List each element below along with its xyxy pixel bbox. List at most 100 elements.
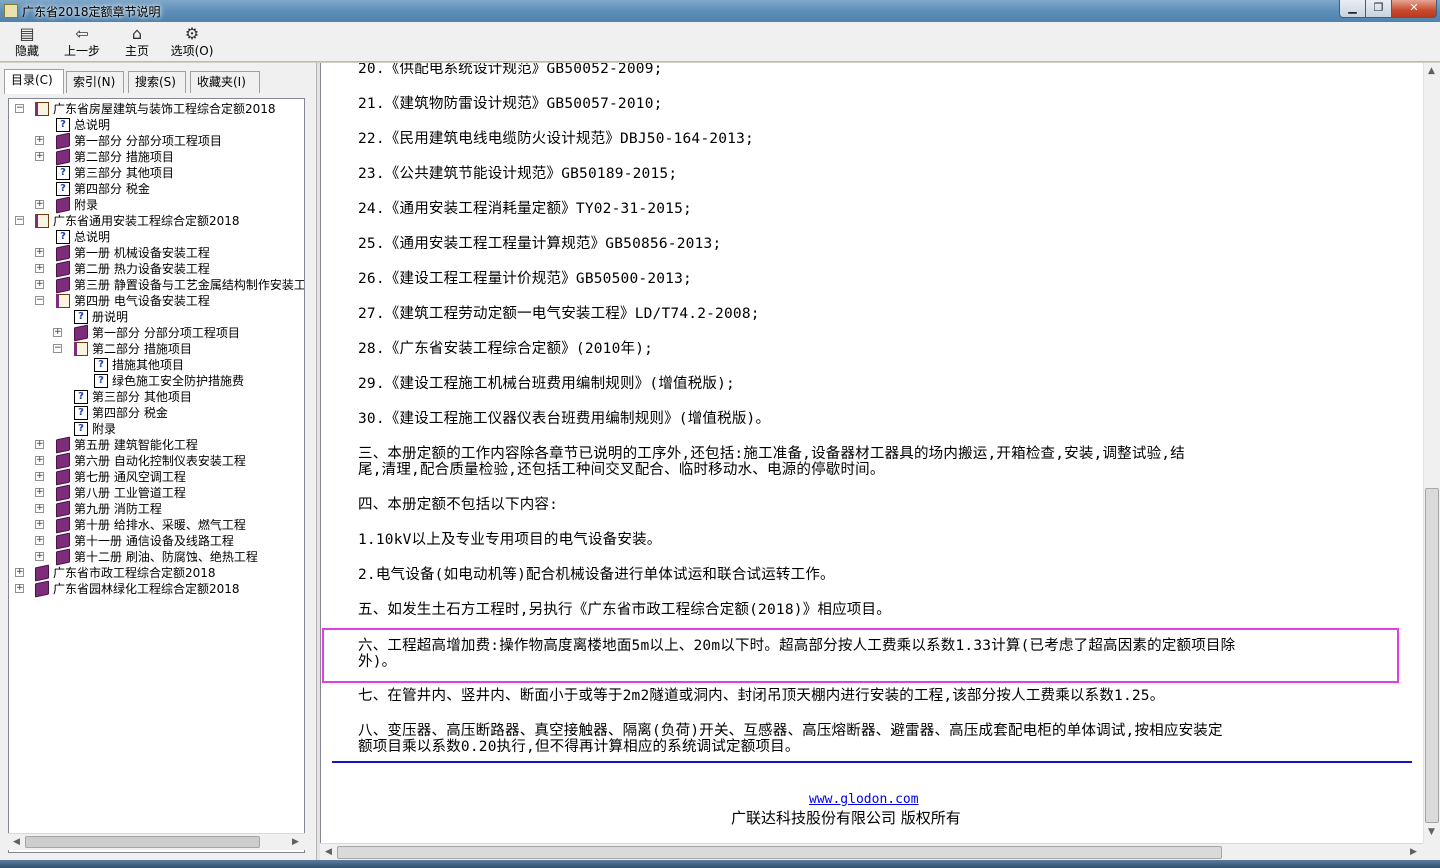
tree-item[interactable]: ? 附录: [9, 421, 304, 437]
help-page-icon: ?: [94, 358, 108, 372]
tree-item[interactable]: + 第一部分 分部分项工程项目: [9, 324, 304, 342]
tree-item[interactable]: ? 册说明: [9, 309, 304, 325]
content-vertical-scrollbar[interactable]: ▲ ▼: [1423, 63, 1440, 843]
back-button[interactable]: ⇦ 上一步: [60, 24, 104, 60]
book-closed-icon: [56, 260, 70, 278]
help-page-icon: ?: [56, 182, 70, 196]
expand-icon[interactable]: +: [35, 504, 44, 513]
expand-icon[interactable]: +: [35, 552, 44, 561]
book-closed-icon: [56, 532, 70, 550]
expand-icon[interactable]: +: [35, 536, 44, 545]
tree-item[interactable]: + 第三册 静置设备与工艺金属结构制作安装工: [9, 276, 304, 294]
expand-icon[interactable]: +: [35, 488, 44, 497]
expand-icon[interactable]: +: [53, 328, 62, 337]
hide-button[interactable]: ▤ 隐藏: [10, 24, 44, 60]
scroll-thumb[interactable]: [25, 836, 260, 848]
tree-item[interactable]: ? 总说明: [9, 229, 304, 245]
scroll-right-icon[interactable]: ▶: [1406, 845, 1421, 860]
scroll-up-icon[interactable]: ▲: [1424, 64, 1439, 79]
maximize-button[interactable]: ❐: [1365, 0, 1392, 18]
tree-item[interactable]: ? 第三部分 其他项目: [9, 165, 304, 181]
collapse-icon[interactable]: −: [15, 104, 24, 113]
tab-contents[interactable]: 目录(C): [4, 69, 64, 94]
contents-tree[interactable]: − 广东省房屋建筑与装饰工程综合定额2018? 总说明 + 第一部分 分部分项工程项目 +…: [8, 98, 305, 853]
scroll-thumb[interactable]: [337, 846, 1222, 859]
tree-item[interactable]: − 广东省房屋建筑与装饰工程综合定额2018: [9, 101, 304, 117]
expand-icon[interactable]: +: [35, 136, 44, 145]
reference-item: 21.《建筑物防雷设计规范》GB50057-2010;: [358, 96, 663, 112]
home-button[interactable]: ⌂ 主页: [120, 24, 154, 60]
scroll-down-icon[interactable]: ▼: [1424, 825, 1439, 840]
tree-item[interactable]: + 第八册 工业管道工程: [9, 484, 304, 502]
tree-item-label: 第二部分 措施项目: [92, 342, 192, 356]
options-button[interactable]: ⚙ 选项(O): [168, 24, 216, 60]
tree-item-label: 第四部分 税金: [74, 182, 150, 196]
expand-icon[interactable]: +: [35, 280, 44, 289]
tree-item-label: 第四册 电气设备安装工程: [74, 294, 210, 308]
book-open-icon: [35, 102, 49, 116]
tree-item-label: 第四部分 税金: [92, 406, 168, 420]
paragraph-4: 四、本册定额不包括以下内容:: [358, 497, 559, 513]
tree-item-label: 附录: [92, 422, 117, 436]
expand-icon[interactable]: +: [35, 152, 44, 161]
tree-item[interactable]: + 第六册 自动化控制仪表安装工程: [9, 452, 304, 470]
tree-item[interactable]: + 广东省市政工程综合定额2018: [9, 564, 304, 582]
tree-item[interactable]: + 第十一册 通信设备及线路工程: [9, 532, 304, 550]
tree-item[interactable]: − 第四册 电气设备安装工程: [9, 293, 304, 309]
scroll-right-icon[interactable]: ▶: [288, 835, 303, 850]
close-button[interactable]: ✕: [1391, 0, 1437, 18]
scroll-corner: [1423, 843, 1440, 860]
book-closed-icon: [56, 452, 70, 470]
book-closed-icon: [56, 484, 70, 502]
tree-item[interactable]: + 第一册 机械设备安装工程: [9, 244, 304, 262]
website-link[interactable]: www.glodon.com: [809, 792, 919, 807]
tree-item-label: 第一部分 分部分项工程项目: [92, 326, 240, 340]
expand-icon[interactable]: +: [15, 568, 24, 577]
scroll-left-icon[interactable]: ◀: [9, 835, 24, 850]
expand-icon[interactable]: +: [35, 456, 44, 465]
tab-index[interactable]: 索引(N): [66, 71, 124, 93]
collapse-icon[interactable]: −: [15, 216, 24, 225]
tree-item-label: 第三部分 其他项目: [74, 166, 174, 180]
tree-item[interactable]: ? 第四部分 税金: [9, 181, 304, 197]
expand-icon[interactable]: +: [15, 584, 24, 593]
expand-icon[interactable]: +: [35, 200, 44, 209]
tree-item[interactable]: ? 绿色施工安全防护措施费: [9, 373, 304, 389]
tree-item[interactable]: + 第二部分 措施项目: [9, 148, 304, 166]
minimize-button[interactable]: ▁: [1339, 0, 1366, 18]
tree-item[interactable]: + 第二册 热力设备安装工程: [9, 260, 304, 278]
tree-item[interactable]: + 第九册 消防工程: [9, 500, 304, 518]
collapse-icon[interactable]: −: [53, 344, 62, 353]
scroll-left-icon[interactable]: ◀: [321, 845, 336, 860]
tab-search[interactable]: 搜索(S): [128, 71, 186, 93]
tree-item[interactable]: ? 第四部分 税金: [9, 405, 304, 421]
footer-divider: [332, 761, 1412, 763]
expand-icon[interactable]: +: [35, 248, 44, 257]
tree-item[interactable]: − 第二部分 措施项目: [9, 341, 304, 357]
tree-item[interactable]: + 附录: [9, 196, 304, 214]
copyright-text: 广联达科技股份有限公司 版权所有: [731, 809, 961, 827]
tree-item[interactable]: + 第一部分 分部分项工程项目: [9, 132, 304, 150]
tree-item[interactable]: + 第十二册 刷油、防腐蚀、绝热工程: [9, 548, 304, 566]
expand-icon[interactable]: +: [35, 440, 44, 449]
home-icon: ⌂: [131, 24, 143, 43]
tree-item[interactable]: + 第五册 建筑智能化工程: [9, 436, 304, 454]
tree-item[interactable]: ? 措施其他项目: [9, 357, 304, 373]
tree-item[interactable]: ? 第三部分 其他项目: [9, 389, 304, 405]
collapse-icon[interactable]: −: [35, 296, 44, 305]
expand-icon[interactable]: +: [35, 520, 44, 529]
tree-item[interactable]: + 第七册 通风空调工程: [9, 468, 304, 486]
content-horizontal-scrollbar[interactable]: ◀ ▶: [320, 843, 1423, 860]
tab-favorites[interactable]: 收藏夹(I): [190, 71, 260, 93]
expand-icon[interactable]: +: [35, 264, 44, 273]
tree-item[interactable]: ? 总说明: [9, 117, 304, 133]
tree-item[interactable]: + 第十册 给排水、采暖、燃气工程: [9, 516, 304, 534]
expand-icon[interactable]: +: [35, 472, 44, 481]
tree-item[interactable]: + 广东省园林绿化工程综合定额2018: [9, 580, 304, 598]
tree-item-label: 措施其他项目: [112, 358, 185, 372]
help-page-icon: ?: [94, 374, 108, 388]
scroll-thumb[interactable]: [1425, 488, 1439, 823]
tree-item-label: 第一部分 分部分项工程项目: [74, 134, 222, 148]
tree-item[interactable]: − 广东省通用安装工程综合定额2018: [9, 213, 304, 229]
tree-horizontal-scrollbar[interactable]: ◀ ▶: [8, 833, 305, 850]
